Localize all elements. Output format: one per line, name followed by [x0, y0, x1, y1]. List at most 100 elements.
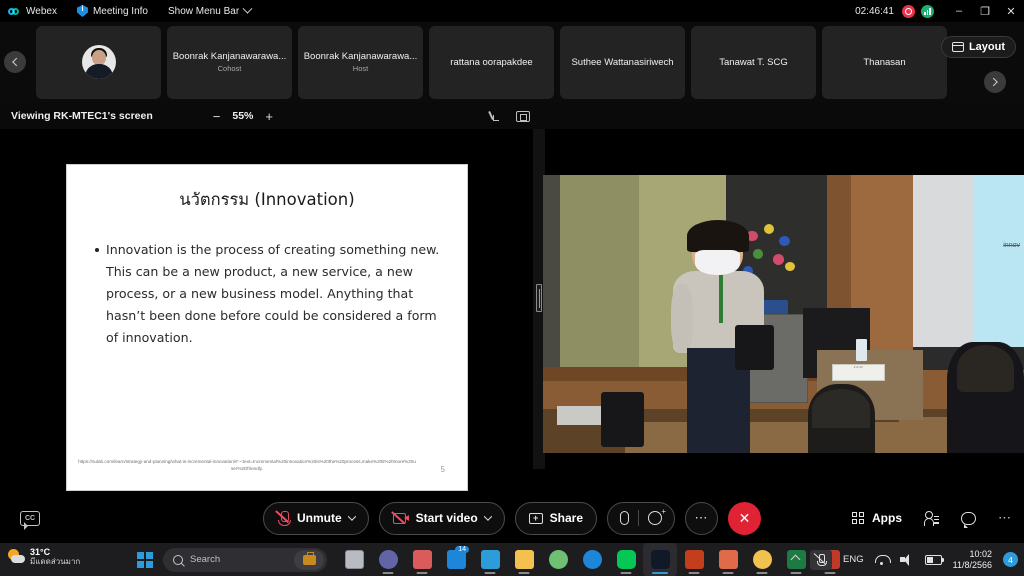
- shared-screen-pane[interactable]: นวัตกรรม (Innovation) Innovation is the …: [0, 129, 533, 491]
- meeting-stage: นวัตกรรม (Innovation) Innovation is the …: [0, 129, 1024, 493]
- projection-screen: innov: [913, 175, 1024, 348]
- taskbar-app-line[interactable]: [609, 543, 643, 576]
- chevron-down-icon[interactable]: [347, 512, 356, 521]
- participant-name: Tanawat T. SCG: [719, 56, 788, 68]
- speaker-icon[interactable]: [899, 553, 914, 566]
- presenter-video-feed[interactable]: innov อาจารย์: [543, 175, 1024, 453]
- start-button[interactable]: [137, 551, 153, 568]
- close-button[interactable]: ✕: [998, 0, 1024, 22]
- participant-tile[interactable]: rattana oorapakdee: [429, 25, 554, 99]
- show-menu-bar-button[interactable]: Show Menu Bar: [168, 3, 253, 17]
- more-options-button[interactable]: ⋯: [685, 501, 719, 535]
- taskbar-app-powerpoint-2[interactable]: [711, 543, 745, 576]
- slide-bullet-item: Innovation is the process of creating so…: [95, 239, 445, 349]
- wifi-icon[interactable]: [874, 554, 891, 565]
- taskbar-center: Search 14: [137, 543, 847, 576]
- notification-badge[interactable]: 4: [1003, 552, 1018, 567]
- taskbar-app-file-explorer[interactable]: [507, 543, 541, 576]
- slide-title: นวัตกรรม (Innovation): [179, 190, 355, 209]
- taskbar-app-chrome[interactable]: [745, 543, 779, 576]
- share-button[interactable]: + Share: [514, 501, 598, 535]
- layout-label: Layout: [968, 41, 1005, 53]
- network-signal-icon[interactable]: [921, 4, 934, 18]
- weather-temperature: 31°C: [30, 547, 51, 557]
- participants-icon[interactable]: [924, 511, 939, 526]
- participant-name: rattana oorapakdee: [450, 56, 533, 68]
- zoom-level-label: 55%: [232, 110, 254, 122]
- annotate-icon[interactable]: [487, 110, 500, 123]
- show-menu-bar-label: Show Menu Bar: [168, 5, 240, 17]
- recording-indicator-icon[interactable]: [902, 4, 915, 18]
- slide-page-number: 5: [440, 465, 445, 474]
- start-video-button[interactable]: Start video: [378, 501, 505, 535]
- minimize-button[interactable]: –: [946, 0, 972, 22]
- maximize-button[interactable]: ❐: [972, 0, 998, 22]
- taskbar-app-calendar[interactable]: [473, 543, 507, 576]
- splitter-handle[interactable]: [536, 284, 542, 312]
- zoom-out-button[interactable]: −: [213, 110, 221, 123]
- meeting-info-button[interactable]: Meeting Info: [76, 5, 148, 17]
- weather-description: มีแดดส่วนมาก: [30, 557, 81, 567]
- title-bar: Webex Meeting Info Show Menu Bar 02:46:4…: [0, 0, 1024, 22]
- clock-date: 11/8/2566: [952, 559, 992, 570]
- taskbar-app-mail[interactable]: 14: [439, 543, 473, 576]
- participant-tile[interactable]: Suthee Wattanasiriwech: [560, 25, 685, 99]
- show-hidden-icons-button[interactable]: [790, 554, 801, 565]
- microphone-off-icon: [275, 509, 291, 526]
- language-indicator[interactable]: ENG: [843, 554, 864, 565]
- title-bar-left: Webex Meeting Info Show Menu Bar: [0, 3, 271, 18]
- secondary-controls: Apps ⋯: [852, 510, 1012, 528]
- weather-widget[interactable]: 31°C มีแดดส่วนมาก: [8, 547, 80, 567]
- divider: [638, 510, 640, 526]
- microphone-muted-icon[interactable]: [810, 549, 833, 570]
- meeting-info-label: Meeting Info: [92, 5, 148, 17]
- taskbar-app-snipping-tool[interactable]: [405, 543, 439, 576]
- chevron-down-icon[interactable]: [483, 512, 492, 521]
- taskbar-app-teams[interactable]: [371, 543, 405, 576]
- info-shield-icon: [76, 5, 88, 17]
- participant-tile[interactable]: Thanasan: [822, 25, 947, 99]
- apps-button[interactable]: Apps: [852, 511, 902, 525]
- participant-name: Suthee Wattanasiriwech: [571, 56, 674, 68]
- unmute-button[interactable]: Unmute: [262, 501, 369, 535]
- taskbar-app-powerpoint[interactable]: [677, 543, 711, 576]
- strip-scroll-left-button[interactable]: [4, 51, 26, 73]
- strip-scroll-right-button[interactable]: [984, 71, 1006, 93]
- clock[interactable]: 10:02 11/8/2566: [953, 549, 992, 571]
- avatar: [81, 45, 116, 79]
- participant-tile[interactable]: Tanawat T. SCG: [691, 25, 816, 99]
- taskbar-app-edge[interactable]: [575, 543, 609, 576]
- more-controls-button[interactable]: ⋯: [998, 510, 1012, 526]
- windows-taskbar: 31°C มีแดดส่วนมาก Search 14 ENG 10:02 11…: [0, 543, 1024, 576]
- taskbar-app-task-view[interactable]: [337, 543, 371, 576]
- primary-controls: Unmute Start video + Share ⋯ ✕: [262, 501, 762, 535]
- clock-time: 10:02: [969, 548, 992, 559]
- screen-view-icon[interactable]: [516, 110, 530, 122]
- taskbar-app-webex[interactable]: [643, 543, 677, 576]
- participant-tile-self[interactable]: [36, 25, 161, 99]
- layout-button[interactable]: Layout: [940, 36, 1016, 58]
- participant-tile[interactable]: Boonrak Kanjanawarawa... Host: [298, 25, 423, 99]
- apps-grid-icon: [852, 511, 865, 525]
- taskbar-app-world-clock[interactable]: [541, 543, 575, 576]
- meeting-controls-bar: CC Unmute Start video + Share ⋯: [0, 493, 1024, 543]
- taskbar-app-list: 14: [337, 543, 847, 576]
- search-placeholder: Search: [190, 554, 221, 565]
- zoom-controls: − 55% +: [213, 110, 273, 123]
- attachment-icon[interactable]: [620, 511, 630, 525]
- viewing-status-text: Viewing RK-MTEC1's screen: [11, 110, 153, 122]
- participant-name: Thanasan: [863, 56, 906, 68]
- app-name-label: Webex: [26, 5, 57, 17]
- participant-strip: Boonrak Kanjanawarawa... Cohost Boonrak …: [0, 22, 1024, 102]
- webex-logo-icon: [8, 5, 21, 18]
- projected-text: innov: [1003, 242, 1020, 250]
- zoom-in-button[interactable]: +: [265, 110, 273, 123]
- briefcase-icon[interactable]: [294, 549, 324, 570]
- battery-icon[interactable]: [924, 554, 944, 565]
- reactions-icon[interactable]: [648, 507, 666, 525]
- closed-captions-icon[interactable]: CC: [20, 510, 40, 530]
- chat-icon[interactable]: [961, 511, 976, 528]
- participant-tile[interactable]: Boonrak Kanjanawarawa... Cohost: [167, 25, 292, 99]
- taskbar-search[interactable]: Search: [163, 547, 327, 572]
- end-call-button[interactable]: ✕: [728, 501, 762, 535]
